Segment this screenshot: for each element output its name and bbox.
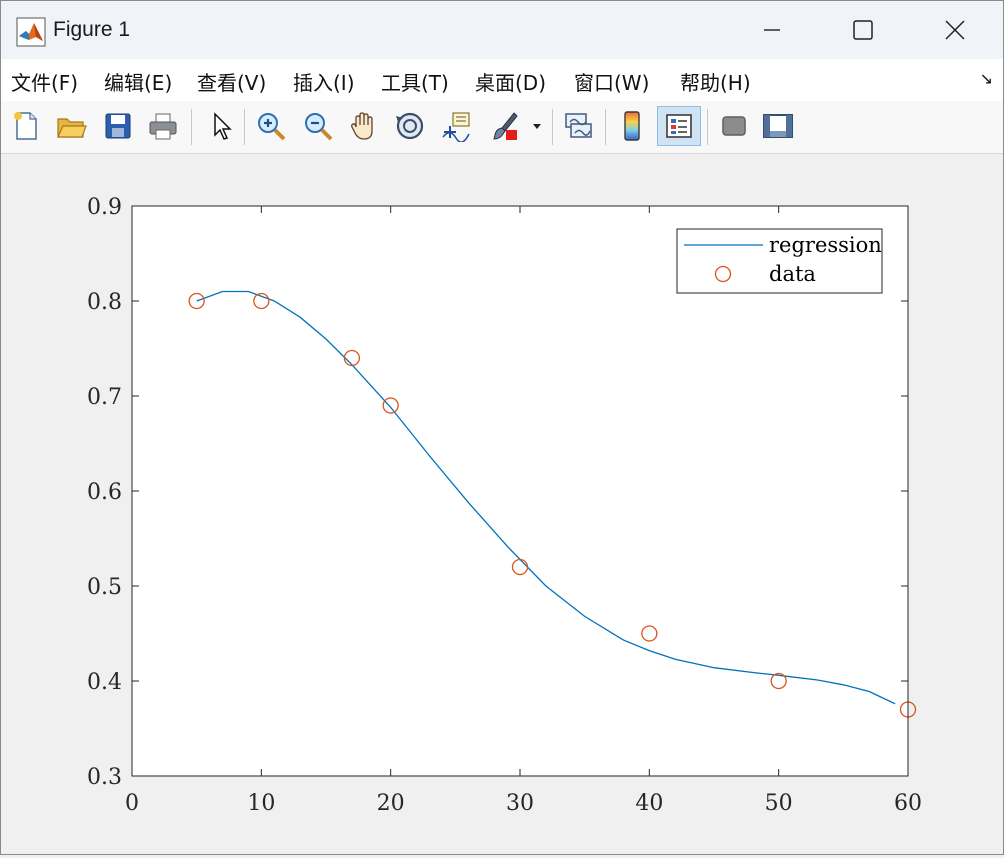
legend-label-regression: regression [769,233,882,257]
y-tick-label: 0.8 [87,290,122,315]
hide-plot-tools-icon[interactable] [715,106,753,146]
figure-window: Figure 1 文件(F) 编辑(E) 查看(V) 插入(I) 工具(T) 桌… [0,0,1004,855]
data-cursor-icon[interactable] [437,106,475,146]
y-tick-label: 0.9 [87,195,122,220]
save-icon[interactable] [99,106,137,146]
menu-help[interactable]: 帮助(H) [680,67,751,96]
menu-edit[interactable]: 编辑(E) [104,67,172,96]
toolbar-divider [244,109,245,145]
x-tick-label: 40 [635,791,663,816]
menu-desktop[interactable]: 桌面(D) [475,67,546,96]
y-tick-label: 0.5 [87,575,122,600]
menu-window[interactable]: 窗口(W) [574,67,649,96]
brush-dropdown-icon[interactable] [527,106,547,146]
toolbar-divider [605,109,606,145]
x-tick-label: 30 [506,791,534,816]
matlab-logo-icon [16,17,46,47]
zoom-out-icon[interactable] [299,106,337,146]
y-tick-label: 0.6 [87,480,122,505]
insert-colorbar-icon[interactable] [613,106,651,146]
menu-insert[interactable]: 插入(I) [293,67,355,96]
x-tick-label: 50 [765,791,793,816]
rotate-3d-icon[interactable] [391,106,429,146]
minimize-icon [764,29,780,31]
pan-hand-icon[interactable] [345,106,383,146]
menu-tools[interactable]: 工具(T) [381,67,449,96]
toolbar-divider [552,109,553,145]
window-title: Figure 1 [53,18,131,41]
x-tick-label: 20 [377,791,405,816]
show-plot-tools-icon[interactable] [759,106,797,146]
select-pointer-icon[interactable] [201,106,239,146]
y-tick-label: 0.3 [87,765,122,790]
legend-label-data: data [769,262,816,286]
plot-svg[interactable]: 0 10 20 30 40 50 60 0.3 0.4 0.5 0.6 0.7 0.8 0.9 regre… [1,154,1003,854]
menu-view[interactable]: 查看(V) [197,67,266,96]
new-figure-icon[interactable] [7,106,45,146]
menu-file[interactable]: 文件(F) [11,67,78,96]
close-icon [945,20,965,40]
open-file-icon[interactable] [52,106,90,146]
figure-toolbar [1,101,1003,154]
link-plot-icon[interactable] [559,106,597,146]
print-icon[interactable] [144,106,182,146]
maximize-button[interactable] [817,1,909,59]
close-button[interactable] [909,1,1001,59]
title-bar[interactable]: Figure 1 [1,1,1003,59]
x-tick-label: 0 [125,791,139,816]
x-tick-label: 60 [894,791,922,816]
maximize-icon [853,20,873,40]
brush-icon[interactable] [485,106,523,146]
figure-canvas[interactable]: 0 10 20 30 40 50 60 0.3 0.4 0.5 0.6 0.7 0.8 0.9 regre… [1,154,1003,854]
y-tick-label: 0.4 [87,670,122,695]
minimize-button[interactable] [726,1,818,59]
y-tick-label: 0.7 [87,385,122,410]
dock-arrow-icon[interactable]: ↘ [980,69,993,88]
toolbar-divider [707,109,708,145]
x-tick-label: 10 [247,791,275,816]
zoom-in-icon[interactable] [252,106,290,146]
menu-bar: 文件(F) 编辑(E) 查看(V) 插入(I) 工具(T) 桌面(D) 窗口(W… [1,59,1003,101]
insert-legend-icon[interactable] [657,106,701,146]
legend[interactable]: regression data [676,228,883,294]
toolbar-divider [191,109,192,145]
